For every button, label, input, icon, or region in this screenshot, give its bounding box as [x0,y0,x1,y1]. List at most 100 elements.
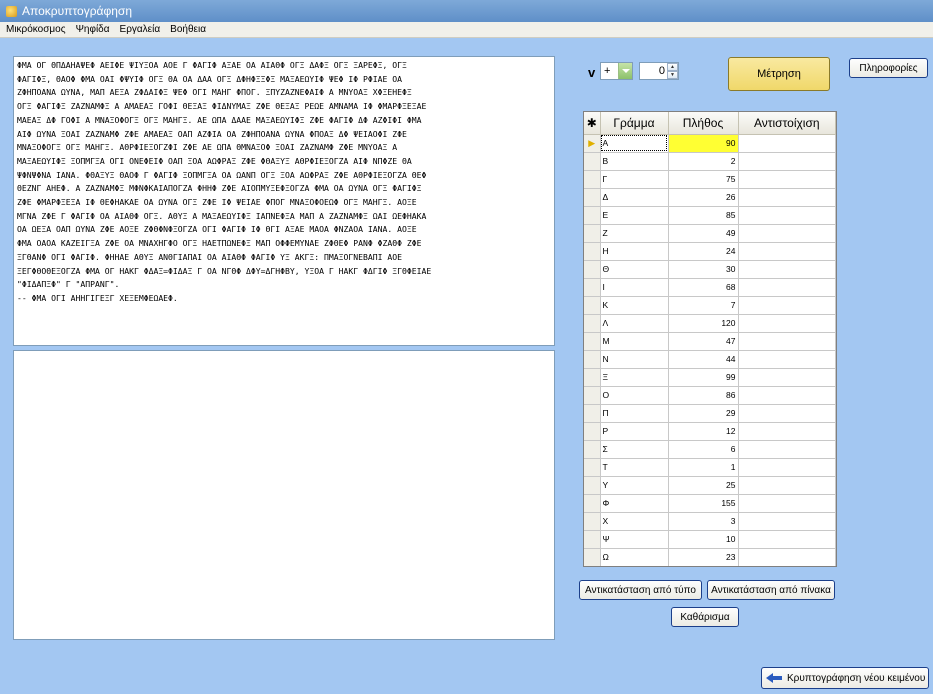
operator-select[interactable]: + [600,62,633,80]
table-row[interactable]: Σ6 [584,440,836,459]
letter-frequency-table[interactable]: ✱ Γράμμα Πλήθος Αντιστοίχιση ▶ Α 90 Β 2 Γ 75 Δ 2… [583,111,837,567]
row-selector[interactable] [584,422,601,441]
cell-mapping[interactable] [738,512,836,531]
column-header-letter[interactable]: Γράμμα [600,112,669,135]
current-row-arrow-icon[interactable]: ▶ [584,134,601,153]
table-row[interactable]: Ν 44 [584,350,836,369]
table-row[interactable]: Μ 47 [584,332,836,351]
cell-letter[interactable]: Λ [600,314,669,333]
cell-letter[interactable]: Φ [600,494,669,513]
table-row[interactable]: Δ 26 [584,188,836,207]
cell-mapping[interactable] [738,242,836,261]
table-row[interactable]: Ζ 49 [584,224,836,243]
cell-count[interactable]: 2 [668,152,739,171]
cell-letter[interactable]: Ξ [600,368,669,387]
cell-count[interactable]: 68 [668,278,739,297]
cell-mapping[interactable] [738,134,836,153]
cell-count[interactable]: 24 [668,242,739,261]
table-row[interactable]: Ω 23 [584,548,836,566]
table-row[interactable]: Ψ 10 [584,530,836,549]
row-selector[interactable] [584,530,601,549]
cell-letter[interactable]: Δ [600,188,669,207]
row-selector[interactable] [584,278,601,297]
row-selector[interactable] [584,368,601,387]
row-selector[interactable] [584,512,601,531]
table-row[interactable]: Λ 120 [584,314,836,333]
cell-letter[interactable]: Σ [600,440,669,459]
measure-button[interactable]: Μέτρηση [728,57,830,91]
cell-mapping[interactable] [738,440,836,459]
cell-count[interactable]: 44 [668,350,739,369]
table-row[interactable]: Υ 25 [584,476,836,495]
encrypt-new-text-button[interactable]: Κρυπτογράφηση νέου κειμένου [761,667,929,689]
cell-count[interactable]: 29 [668,404,739,423]
cell-letter[interactable]: Ο [600,386,669,405]
cell-mapping[interactable] [738,386,836,405]
cell-mapping[interactable] [738,188,836,207]
info-button[interactable]: Πληροφορίες [849,58,928,78]
cell-mapping[interactable] [738,458,836,477]
column-header-count[interactable]: Πλήθος [668,112,739,135]
cell-letter[interactable]: Τ [600,458,669,477]
cell-mapping[interactable] [738,206,836,225]
cell-letter[interactable]: Ω [600,548,669,566]
cell-count[interactable]: 30 [668,260,739,279]
row-selector[interactable] [584,170,601,189]
row-selector[interactable] [584,386,601,405]
cell-count[interactable]: 12 [668,422,739,441]
cell-letter[interactable]: Χ [600,512,669,531]
replace-by-formula-button[interactable]: Αντικατάσταση από τύπο [579,580,702,600]
cell-count[interactable]: 155 [668,494,739,513]
row-selector[interactable] [584,260,601,279]
table-row[interactable]: Θ 30 [584,260,836,279]
cell-count[interactable]: 99 [668,368,739,387]
table-row[interactable]: Κ7 [584,296,836,315]
cell-mapping[interactable] [738,404,836,423]
row-selector[interactable] [584,188,601,207]
table-row[interactable]: Τ1 [584,458,836,477]
cell-count[interactable]: 10 [668,530,739,549]
cell-letter[interactable]: Β [600,152,669,171]
table-row[interactable]: Φ 155 [584,494,836,513]
row-selector[interactable] [584,404,601,423]
shift-stepper[interactable]: 0 ▲ ▼ [639,62,679,80]
table-row[interactable]: Χ3 [584,512,836,531]
chevron-down-icon[interactable] [618,63,632,79]
cell-letter[interactable]: Θ [600,260,669,279]
cell-letter[interactable]: Ε [600,206,669,225]
cell-mapping[interactable] [738,332,836,351]
cell-mapping[interactable] [738,422,836,441]
row-selector[interactable] [584,548,601,566]
table-row[interactable]: ▶ Α 90 [584,134,836,153]
cell-letter[interactable]: Γ [600,170,669,189]
cell-mapping[interactable] [738,530,836,549]
cell-letter[interactable]: Ρ [600,422,669,441]
menu-microcosm[interactable]: Μικρόκοσμος [0,24,71,35]
table-corner[interactable]: ✱ [584,112,601,135]
table-row[interactable]: Β2 [584,152,836,171]
cell-mapping[interactable] [738,350,836,369]
table-row[interactable]: Ρ 12 [584,422,836,441]
cell-mapping[interactable] [738,296,836,315]
cell-count[interactable]: 3 [668,512,739,531]
row-selector[interactable] [584,152,601,171]
row-selector[interactable] [584,206,601,225]
cell-letter[interactable]: Η [600,242,669,261]
clear-button[interactable]: Καθάρισμα [671,607,739,627]
cell-count[interactable]: 7 [668,296,739,315]
table-row[interactable]: Ξ 99 [584,368,836,387]
table-row[interactable]: Η 24 [584,242,836,261]
cell-count[interactable]: 26 [668,188,739,207]
cell-mapping[interactable] [738,494,836,513]
cell-mapping[interactable] [738,278,836,297]
cell-letter[interactable]: Π [600,404,669,423]
cell-letter[interactable]: Α [600,134,669,153]
cell-count[interactable]: 47 [668,332,739,351]
row-selector[interactable] [584,440,601,459]
cell-letter[interactable]: Μ [600,332,669,351]
cell-letter[interactable]: Κ [600,296,669,315]
cell-letter[interactable]: Υ [600,476,669,495]
cell-count[interactable]: 23 [668,548,739,566]
cell-count[interactable]: 6 [668,440,739,459]
cipher-text-area[interactable]: ΦΜΑ ΟΓ ΘΠΔΑΗΑΨΕΦ ΑΕΙΦΕ ΨΙΥΞΟΑ ΑΟΕ Γ ΦΑΓΙ… [13,56,555,346]
